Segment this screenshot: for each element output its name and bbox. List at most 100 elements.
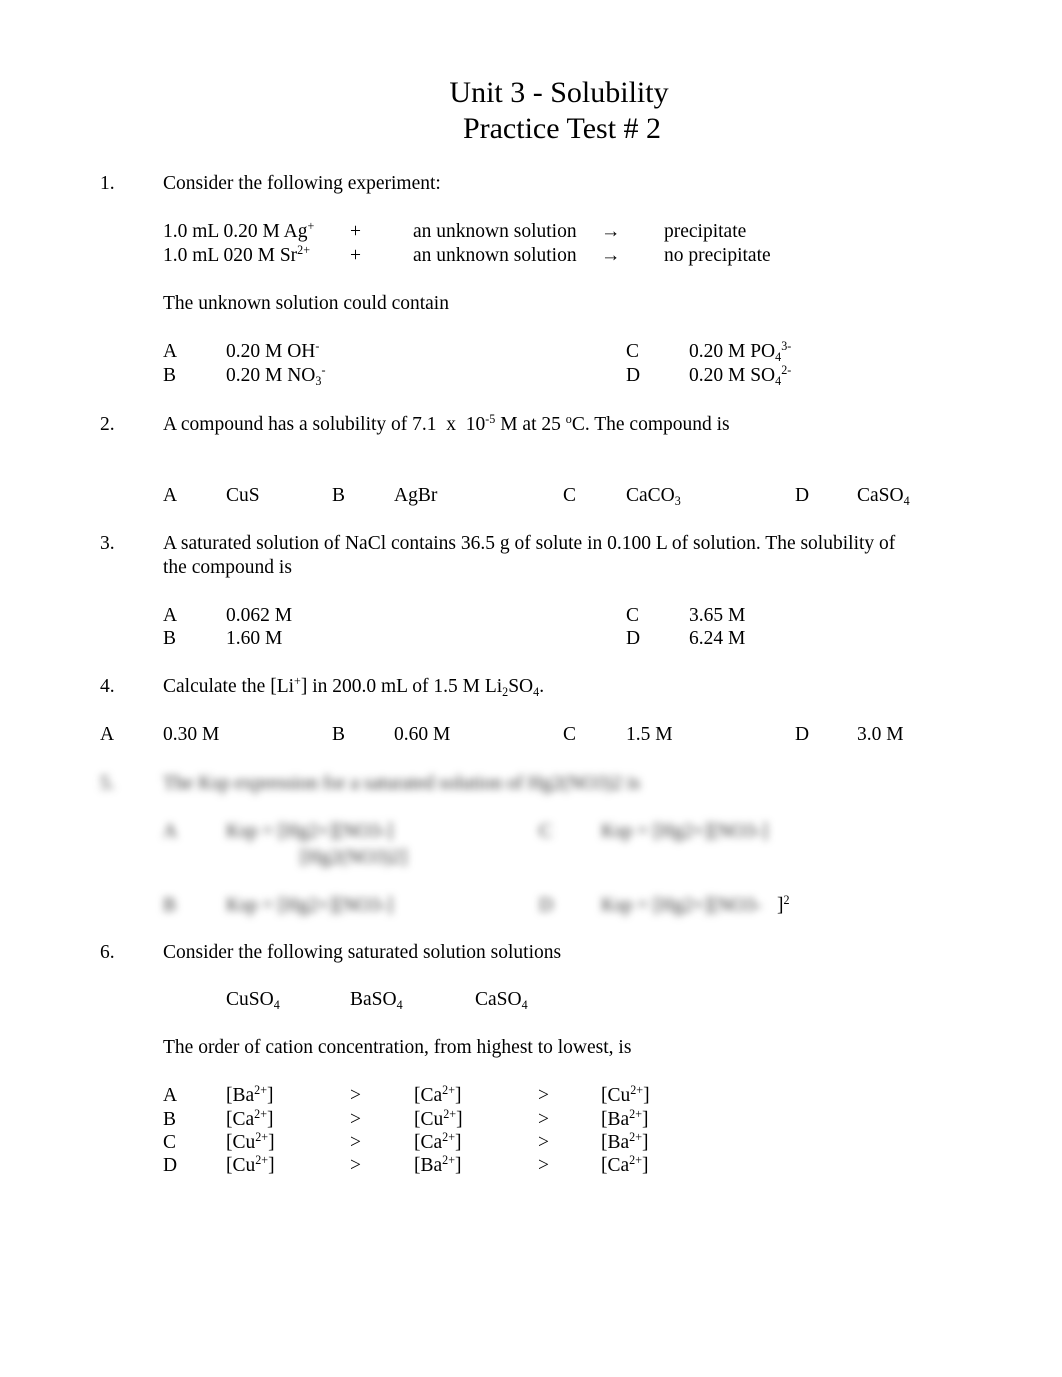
ion-concentration: [Ca2+] bbox=[414, 1083, 462, 1106]
question-prompt-continued: the compound is bbox=[163, 557, 292, 578]
page-title: Unit 3 - Solubility bbox=[449, 76, 669, 109]
ion-symbol: Cu bbox=[607, 1085, 631, 1106]
charge: 2+ bbox=[442, 1083, 456, 1098]
option-letter: B bbox=[163, 365, 177, 386]
ion-symbol: Ca bbox=[232, 1109, 255, 1130]
exponent: 2 bbox=[783, 893, 790, 908]
option-letter: A bbox=[163, 821, 178, 842]
option-text: 3.65 M bbox=[689, 605, 746, 626]
option-text: CaCO bbox=[626, 485, 675, 506]
charge: - bbox=[321, 363, 326, 378]
charge: 2+ bbox=[443, 1107, 457, 1122]
charge: + bbox=[307, 219, 315, 234]
option-text: 0.062 M bbox=[226, 605, 293, 626]
option-letter: A bbox=[163, 485, 178, 506]
question-prompt: Consider the following saturated solutio… bbox=[163, 942, 562, 963]
reagent: an unknown solution bbox=[413, 245, 577, 266]
charge: 2+ bbox=[629, 1130, 643, 1145]
option-text: Ksp = [Hg2+][NO3-] bbox=[601, 821, 769, 842]
option-letter: C bbox=[563, 485, 577, 506]
prompt-text: ] in 200.0 mL of 1.5 M Li bbox=[300, 676, 503, 697]
question-number: 4. bbox=[100, 676, 115, 697]
charge: 2+ bbox=[629, 1153, 643, 1168]
charge: 2+ bbox=[254, 1083, 268, 1098]
option-letter: A bbox=[100, 724, 115, 745]
reagent: an unknown solution bbox=[413, 221, 577, 242]
ion-symbol: Ba bbox=[607, 1109, 630, 1130]
compound: CaSO4 bbox=[475, 990, 528, 1012]
option-text: CaSO bbox=[857, 485, 904, 506]
reactant: 1.0 mL 0.20 M Ag bbox=[163, 221, 308, 242]
compound: BaSO4 bbox=[350, 989, 403, 1012]
ion-concentration: [Cu2+] bbox=[226, 1130, 275, 1153]
arrow: → bbox=[601, 245, 621, 266]
prompt-text: . bbox=[539, 676, 545, 697]
question-prompt: Calculate the [Li+] in 200.0 mL of 1.5 M… bbox=[163, 674, 545, 699]
ion-concentration: [Ba2+] bbox=[414, 1153, 462, 1176]
charge: + bbox=[294, 674, 301, 689]
option-letter: B bbox=[332, 724, 346, 745]
subscript: 4 bbox=[521, 997, 528, 1012]
option-text: 0.20 M SO bbox=[689, 365, 776, 386]
option-letter: D bbox=[626, 628, 641, 649]
option-letter: C bbox=[563, 724, 577, 745]
question-prompt: A compound has a solubility of 7.1 x 10-… bbox=[163, 412, 730, 435]
option-denominator: [Hg2(NO3)2] bbox=[300, 847, 408, 868]
option-text: CuS bbox=[226, 485, 260, 506]
option-letter: C bbox=[626, 605, 640, 626]
charge: 2+ bbox=[442, 1130, 456, 1145]
charge: 2+ bbox=[254, 1107, 268, 1122]
subscript: 4 bbox=[903, 493, 910, 508]
compound: CuSO4 bbox=[226, 990, 280, 1011]
subscript: 4 bbox=[533, 684, 540, 699]
ion-symbol: Ca bbox=[607, 1155, 630, 1176]
greater-than-sign: > bbox=[538, 1132, 549, 1153]
ion-concentration: [Ca2+] bbox=[414, 1130, 462, 1153]
arrow: → bbox=[601, 221, 621, 242]
question-followup: The unknown solution could contain bbox=[163, 293, 449, 314]
ion-symbol: Ca bbox=[420, 1132, 443, 1153]
bracket: ] bbox=[777, 895, 784, 916]
prompt-text: SO bbox=[508, 676, 534, 697]
option-letter: B bbox=[163, 1109, 177, 1130]
greater-than-sign: > bbox=[350, 1155, 361, 1176]
ion-symbol: Ca bbox=[420, 1085, 443, 1106]
charge: 3- bbox=[781, 339, 792, 354]
ion-symbol: Cu bbox=[420, 1109, 444, 1130]
charge: - bbox=[315, 339, 320, 354]
option-letter: B bbox=[332, 485, 346, 506]
charge: 2+ bbox=[629, 1107, 643, 1122]
option-letter: A bbox=[163, 1085, 178, 1106]
subscript: 4 bbox=[396, 997, 403, 1012]
degree-symbol: o bbox=[565, 412, 572, 427]
charge: 2+ bbox=[297, 243, 311, 258]
prompt-text: M at 25 bbox=[495, 414, 566, 435]
subscript: 3 bbox=[674, 493, 681, 508]
ion-symbol: Cu bbox=[232, 1155, 256, 1176]
option-letter: B bbox=[163, 628, 177, 649]
charge: 2- bbox=[781, 363, 792, 378]
greater-than-sign: > bbox=[538, 1085, 549, 1106]
ion-concentration: [Ba2+] bbox=[226, 1083, 274, 1106]
option-letter: C bbox=[163, 1132, 177, 1153]
option-text: 0.20 M PO bbox=[689, 341, 776, 362]
option-text: 1.5 M bbox=[626, 724, 673, 745]
charge: 2+ bbox=[630, 1083, 644, 1098]
question-prompt: A saturated solution of NaCl contains 36… bbox=[163, 533, 896, 554]
ion-concentration: [Cu2+] bbox=[226, 1153, 275, 1176]
option-letter: C bbox=[539, 821, 553, 842]
reactant: 1.0 mL 020 M Sr bbox=[163, 245, 298, 266]
question-number: 2. bbox=[100, 414, 115, 435]
question-prompt: The Ksp expression for a saturated solut… bbox=[163, 773, 641, 794]
compound-formula: BaSO bbox=[350, 989, 397, 1010]
question-number: 1. bbox=[100, 173, 115, 194]
option-text: 3.0 M bbox=[857, 724, 904, 745]
ion-symbol: Ba bbox=[232, 1085, 255, 1106]
prompt-text: Calculate the [Li bbox=[163, 676, 295, 697]
option-text: Ksp = [Hg2+][NO3-] bbox=[226, 821, 394, 842]
ion-concentration: [Ca2+] bbox=[226, 1107, 274, 1130]
ion-concentration: [Cu2+] bbox=[601, 1083, 650, 1106]
subscript: 2 bbox=[502, 684, 509, 699]
ion-symbol: Ba bbox=[420, 1155, 443, 1176]
option-text: 0.20 M OH bbox=[226, 341, 316, 362]
